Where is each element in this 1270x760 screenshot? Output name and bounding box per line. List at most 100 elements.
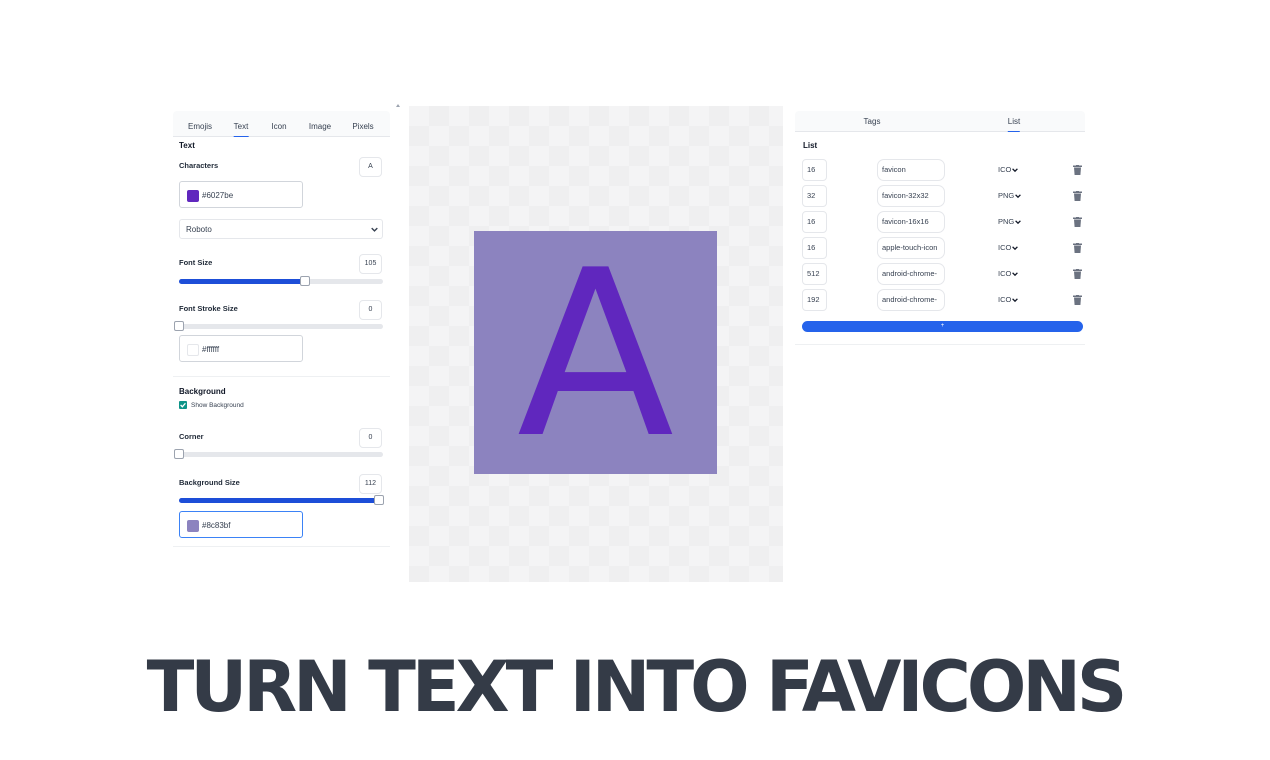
- list-item: 16 favicon ICO: [795, 159, 1085, 181]
- format-select[interactable]: ICO: [998, 263, 1019, 285]
- stroke-size-input[interactable]: 0: [359, 300, 382, 320]
- format-value: PNG: [998, 217, 1015, 226]
- text-color-hex: #6027be: [202, 191, 234, 200]
- stroke-color-swatch: [187, 344, 199, 356]
- size-input[interactable]: 192: [802, 289, 827, 311]
- background-size-input[interactable]: 112: [359, 474, 382, 494]
- tab-list[interactable]: List: [1007, 111, 1021, 132]
- corner-slider[interactable]: [174, 449, 383, 459]
- stroke-size-slider[interactable]: [174, 321, 383, 331]
- stroke-size-label: Font Stroke Size: [179, 304, 238, 313]
- trash-icon[interactable]: [1073, 165, 1082, 175]
- background-size-slider[interactable]: [179, 495, 384, 505]
- list-item: 16 favicon-16x16 PNG: [795, 211, 1085, 233]
- filename-input[interactable]: apple-touch-icon: [877, 237, 945, 259]
- font-size-input[interactable]: 105: [359, 254, 382, 274]
- slider-track: [179, 452, 383, 457]
- background-color-picker[interactable]: #8c83bf: [179, 511, 303, 538]
- slider-thumb[interactable]: [373, 495, 384, 505]
- section-divider: [795, 344, 1085, 345]
- trash-icon[interactable]: [1073, 295, 1082, 305]
- tab-text[interactable]: Text: [233, 111, 248, 137]
- list-item: 512 android-chrome- ICO: [795, 263, 1085, 285]
- section-divider: [173, 546, 390, 547]
- slider-track: [179, 324, 383, 329]
- format-select[interactable]: ICO: [998, 159, 1019, 181]
- filename-input[interactable]: favicon-32x32: [877, 185, 945, 207]
- trash-icon[interactable]: [1073, 243, 1082, 253]
- slider-fill: [179, 279, 306, 284]
- slider-thumb[interactable]: [174, 321, 184, 331]
- corner-input[interactable]: 0: [359, 428, 382, 448]
- font-size-label: Font Size: [179, 258, 213, 267]
- size-input[interactable]: 32: [802, 185, 827, 207]
- text-section-title: Text: [179, 141, 195, 150]
- checkbox-checked-icon: [180, 402, 186, 408]
- favicon-character: A: [517, 231, 674, 474]
- slider-thumb[interactable]: [174, 449, 184, 459]
- format-value: ICO: [998, 165, 1012, 174]
- format-value: ICO: [998, 295, 1012, 304]
- size-input[interactable]: 16: [802, 237, 827, 259]
- filename-input[interactable]: android-chrome-: [877, 263, 945, 285]
- preview-canvas: A: [409, 106, 783, 582]
- chevron-down-icon: [1015, 194, 1022, 199]
- scroll-up-icon[interactable]: [396, 104, 400, 107]
- size-input[interactable]: 16: [802, 159, 827, 181]
- chevron-down-icon: [1015, 220, 1022, 225]
- slider-thumb[interactable]: [300, 276, 311, 286]
- favicon-preview-image: A: [474, 231, 717, 474]
- list-item: 192 android-chrome- ICO: [795, 289, 1085, 311]
- format-value: ICO: [998, 269, 1012, 278]
- corner-label: Corner: [179, 432, 204, 441]
- show-background-label: Show Background: [191, 402, 244, 409]
- text-color-swatch: [187, 190, 199, 202]
- tab-icon[interactable]: Icon: [271, 111, 286, 137]
- background-size-label: Background Size: [179, 478, 240, 487]
- chevron-down-icon: [1012, 246, 1019, 251]
- chevron-down-icon: [1012, 168, 1019, 173]
- list-item: 16 apple-touch-icon ICO: [795, 237, 1085, 259]
- tab-pixels[interactable]: Pixels: [352, 111, 373, 137]
- tab-tags[interactable]: Tags: [864, 111, 881, 132]
- font-size-slider[interactable]: [179, 276, 383, 286]
- filename-input[interactable]: favicon: [877, 159, 945, 181]
- font-family-value: Roboto: [186, 225, 212, 234]
- size-input[interactable]: 16: [802, 211, 827, 233]
- format-value: ICO: [998, 243, 1012, 252]
- format-select[interactable]: ICO: [998, 237, 1019, 259]
- list-item: 32 favicon-32x32 PNG: [795, 185, 1085, 207]
- show-background-checkbox[interactable]: [179, 401, 187, 409]
- chevron-down-icon: [1012, 298, 1019, 303]
- trash-icon[interactable]: [1073, 191, 1082, 201]
- trash-icon[interactable]: [1073, 217, 1082, 227]
- filename-input[interactable]: android-chrome-: [877, 289, 945, 311]
- format-select[interactable]: PNG: [998, 211, 1022, 233]
- add-row-button[interactable]: +: [802, 321, 1083, 332]
- format-value: PNG: [998, 191, 1015, 200]
- font-family-select[interactable]: Roboto: [179, 219, 383, 239]
- output-tabs: Tags List: [795, 111, 1085, 132]
- format-select[interactable]: PNG: [998, 185, 1022, 207]
- trash-icon[interactable]: [1073, 269, 1082, 279]
- generator-tabs: Emojis Text Icon Image Pixels: [173, 111, 390, 137]
- filename-input[interactable]: favicon-16x16: [877, 211, 945, 233]
- characters-label: Characters: [179, 161, 219, 170]
- characters-input[interactable]: A: [359, 157, 382, 177]
- output-panel: Tags List List 16 favicon ICO 32 favicon…: [795, 106, 1085, 346]
- stroke-color-hex: #ffffff: [202, 345, 220, 354]
- chevron-down-icon: [371, 227, 378, 232]
- text-color-picker[interactable]: #6027be: [179, 181, 303, 208]
- favicon-preview: A: [474, 231, 717, 474]
- background-section-title: Background: [179, 387, 226, 396]
- format-select[interactable]: ICO: [998, 289, 1019, 311]
- section-divider: [173, 376, 390, 377]
- headline: TURN TEXT INTO FAVICONS: [146, 646, 1128, 728]
- tab-image[interactable]: Image: [309, 111, 331, 137]
- size-input[interactable]: 512: [802, 263, 827, 285]
- list-title: List: [803, 141, 818, 150]
- background-color-hex: #8c83bf: [202, 521, 231, 530]
- settings-panel: Emojis Text Icon Image Pixels Text Chara…: [173, 106, 390, 582]
- stroke-color-picker[interactable]: #ffffff: [179, 335, 303, 362]
- tab-emojis[interactable]: Emojis: [188, 111, 212, 137]
